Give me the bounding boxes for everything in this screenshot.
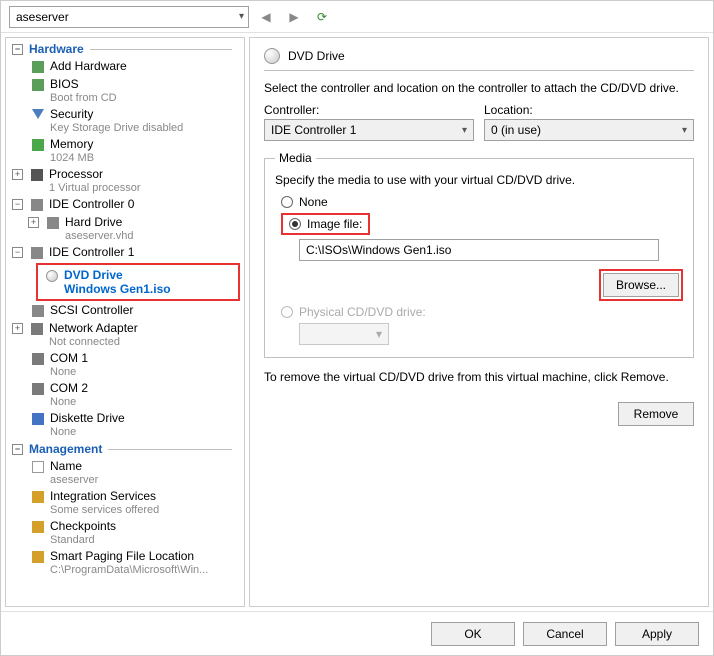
tree-scsi[interactable]: SCSI Controller (6, 302, 244, 320)
chevron-down-icon: ▾ (682, 125, 687, 136)
media-legend: Media (275, 151, 316, 165)
checkpoint-icon (30, 519, 46, 535)
tree-bios[interactable]: BIOSBoot from CD (6, 76, 244, 106)
physical-drive-select: ▾ (299, 323, 389, 345)
radio-icon (281, 196, 293, 208)
memory-icon (30, 137, 46, 153)
name-icon (30, 459, 46, 475)
chevron-down-icon: ▾ (462, 125, 467, 136)
radio-icon (281, 306, 293, 318)
tree-dvd-drive-highlight: DVD Drive Windows Gen1.iso (36, 263, 240, 301)
disc-icon (44, 268, 60, 284)
vm-selector-value: aseserver (16, 10, 69, 24)
expand-icon[interactable]: + (28, 217, 39, 228)
remove-button[interactable]: Remove (618, 402, 694, 426)
controller-icon (29, 197, 45, 213)
panel-title: DVD Drive (288, 49, 345, 63)
section-hardware[interactable]: − Hardware (6, 40, 244, 58)
panel-instruction: Select the controller and location on th… (264, 81, 694, 95)
chevron-down-icon: ▾ (239, 11, 244, 22)
nav-back-button[interactable]: ◀ (255, 6, 277, 28)
location-select[interactable]: 0 (in use) ▾ (484, 119, 694, 141)
port-icon (30, 351, 46, 367)
tree-smart-paging[interactable]: Smart Paging File LocationC:\ProgramData… (6, 548, 244, 578)
detail-panel: DVD Drive Select the controller and loca… (249, 37, 709, 607)
section-management[interactable]: − Management (6, 440, 244, 458)
refresh-button[interactable]: ⟳ (311, 6, 333, 28)
shield-icon (30, 107, 46, 123)
controller-icon (30, 303, 46, 319)
port-icon (30, 381, 46, 397)
controller-label: Controller: (264, 103, 474, 117)
tree-checkpoints[interactable]: CheckpointsStandard (6, 518, 244, 548)
bios-icon (30, 77, 46, 93)
add-hardware-icon (30, 59, 46, 75)
media-group: Media Specify the media to use with your… (264, 151, 694, 358)
tree-hard-drive[interactable]: + Hard Driveaseserver.vhd (6, 214, 244, 244)
tree-ide1[interactable]: − IDE Controller 1 (6, 244, 244, 262)
radio-physical: Physical CD/DVD drive: (281, 305, 683, 319)
image-path-input[interactable]: C:\ISOs\Windows Gen1.iso (299, 239, 659, 261)
tree-dvd-drive[interactable]: DVD Drive Windows Gen1.iso (42, 268, 234, 296)
tree-network[interactable]: + Network AdapterNot connected (6, 320, 244, 350)
disc-icon (264, 48, 280, 64)
ok-button[interactable]: OK (431, 622, 515, 646)
radio-none[interactable]: None (281, 195, 683, 209)
media-description: Specify the media to use with your virtu… (275, 173, 683, 187)
section-label: Management (29, 442, 102, 456)
tree-name[interactable]: Nameaseserver (6, 458, 244, 488)
browse-highlight: Browse... (599, 269, 683, 301)
section-label: Hardware (29, 42, 84, 56)
collapse-icon[interactable]: − (12, 199, 23, 210)
collapse-icon: − (12, 444, 23, 455)
apply-button[interactable]: Apply (615, 622, 699, 646)
radio-image-highlight: Image file: (281, 213, 370, 235)
divider (108, 449, 232, 450)
radio-image-label[interactable]: Image file: (307, 217, 362, 231)
network-icon (29, 321, 45, 337)
tree-com2[interactable]: COM 2None (6, 380, 244, 410)
tree-com1[interactable]: COM 1None (6, 350, 244, 380)
services-icon (30, 489, 46, 505)
nav-forward-button[interactable]: ▶ (283, 6, 305, 28)
tree-integration[interactable]: Integration ServicesSome services offere… (6, 488, 244, 518)
cancel-button[interactable]: Cancel (523, 622, 607, 646)
settings-tree: − Hardware Add Hardware BIOSBoot from CD… (5, 37, 245, 607)
tree-processor[interactable]: + Processor1 Virtual processor (6, 166, 244, 196)
browse-button[interactable]: Browse... (603, 273, 679, 297)
tree-memory[interactable]: Memory1024 MB (6, 136, 244, 166)
floppy-icon (30, 411, 46, 427)
paging-icon (30, 549, 46, 565)
tree-diskette[interactable]: Diskette DriveNone (6, 410, 244, 440)
tree-security[interactable]: SecurityKey Storage Drive disabled (6, 106, 244, 136)
drive-icon (45, 215, 61, 231)
chevron-down-icon: ▾ (376, 327, 382, 341)
controller-icon (29, 245, 45, 261)
remove-description: To remove the virtual CD/DVD drive from … (264, 370, 694, 384)
divider (90, 49, 232, 50)
tree-add-hardware[interactable]: Add Hardware (6, 58, 244, 76)
location-label: Location: (484, 103, 694, 117)
expand-icon[interactable]: + (12, 323, 23, 334)
expand-icon[interactable]: + (12, 169, 23, 180)
radio-icon[interactable] (289, 218, 301, 230)
tree-ide0[interactable]: − IDE Controller 0 (6, 196, 244, 214)
collapse-icon[interactable]: − (12, 247, 23, 258)
processor-icon (29, 167, 45, 183)
controller-select[interactable]: IDE Controller 1 ▾ (264, 119, 474, 141)
vm-selector[interactable]: aseserver ▾ (9, 6, 249, 28)
collapse-icon: − (12, 44, 23, 55)
